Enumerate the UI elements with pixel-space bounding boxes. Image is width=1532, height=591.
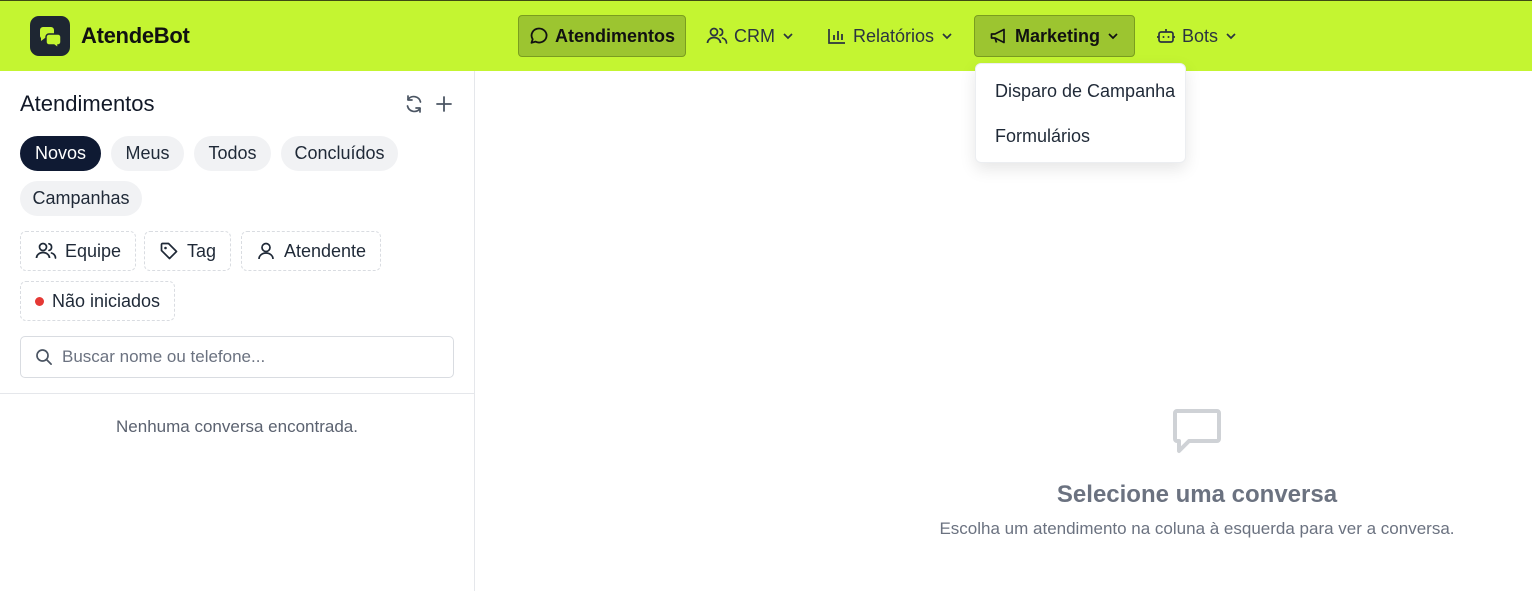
- filter-equipe[interactable]: Equipe: [20, 231, 137, 271]
- search-icon: [36, 349, 52, 365]
- chevron-down-icon: [942, 33, 952, 40]
- nav-label: Marketing: [1014, 25, 1101, 46]
- nav-bots[interactable]: Bots: [1146, 15, 1248, 57]
- tab-todos[interactable]: Todos: [194, 136, 271, 171]
- users-icon: [35, 242, 57, 259]
- app-logo: [30, 16, 70, 56]
- empty-list-message: Nenhuma conversa encontrada.: [116, 417, 358, 436]
- megaphone-icon: [990, 28, 1005, 44]
- nav-label: CRM: [734, 25, 775, 46]
- marketing-dropdown-menu: Disparo de Campanha Formulários: [975, 63, 1186, 163]
- tab-concluidos[interactable]: Concluídos: [281, 136, 398, 171]
- chat-bubble-icon: [530, 27, 548, 44]
- app-name: AtendeBot: [81, 23, 190, 48]
- filter-label: Não iniciados: [52, 290, 161, 311]
- users-icon: [706, 27, 728, 44]
- empty-state-title: Selecione uma conversa: [1056, 481, 1338, 508]
- sidebar-title: Atendimentos: [20, 91, 155, 116]
- plus-icon: [436, 96, 452, 112]
- top-navbar: AtendeBot Atendimentos CRM Relatórios Ma…: [0, 0, 1532, 71]
- refresh-button[interactable]: [403, 93, 425, 115]
- chevron-down-icon: [783, 33, 793, 40]
- chat-square-icon: [1173, 409, 1221, 453]
- nav-crm[interactable]: CRM: [696, 15, 805, 57]
- conversations-sidebar: Atendimentos Novos Meus Todos Concluídos…: [0, 71, 475, 591]
- brand[interactable]: AtendeBot: [30, 16, 190, 56]
- tag-icon: [160, 242, 178, 260]
- filter-label: Tag: [187, 240, 217, 261]
- nav-marketing[interactable]: Marketing: [974, 15, 1135, 57]
- nav-atendimentos[interactable]: Atendimentos: [518, 15, 686, 57]
- bot-icon: [1157, 29, 1175, 43]
- nav-label: Bots: [1182, 25, 1219, 46]
- user-icon: [258, 242, 274, 260]
- filter-nao-iniciados[interactable]: Não iniciados: [20, 281, 176, 321]
- chevron-down-icon: [1108, 33, 1118, 40]
- empty-state-subtitle: Escolha um atendimento na coluna à esque…: [939, 519, 1455, 538]
- bar-chart-icon: [828, 29, 845, 44]
- filter-label: Equipe: [65, 240, 122, 261]
- refresh-icon: [406, 95, 422, 113]
- filter-atendente[interactable]: Atendente: [241, 231, 382, 271]
- chevron-down-icon: [1226, 33, 1236, 40]
- menu-item-formularios[interactable]: Formulários: [995, 126, 1090, 147]
- filter-tag[interactable]: Tag: [144, 231, 232, 271]
- menu-item-disparo-de-campanha[interactable]: Disparo de Campanha: [995, 81, 1175, 102]
- nav-label: Relatórios: [853, 25, 935, 46]
- nav-label: Atendimentos: [555, 25, 676, 46]
- tab-novos[interactable]: Novos: [20, 136, 101, 171]
- tab-campanhas[interactable]: Campanhas: [20, 181, 142, 216]
- filter-label: Atendente: [284, 240, 367, 261]
- tab-meus[interactable]: Meus: [111, 136, 184, 171]
- search-box: [20, 336, 454, 378]
- chat-bubbles-logo-icon: [40, 27, 62, 49]
- search-input[interactable]: [62, 347, 432, 367]
- divider: [0, 393, 474, 394]
- nav-relatorios[interactable]: Relatórios: [817, 15, 964, 57]
- status-dot-icon: [35, 296, 44, 306]
- add-conversation-button[interactable]: [433, 93, 455, 115]
